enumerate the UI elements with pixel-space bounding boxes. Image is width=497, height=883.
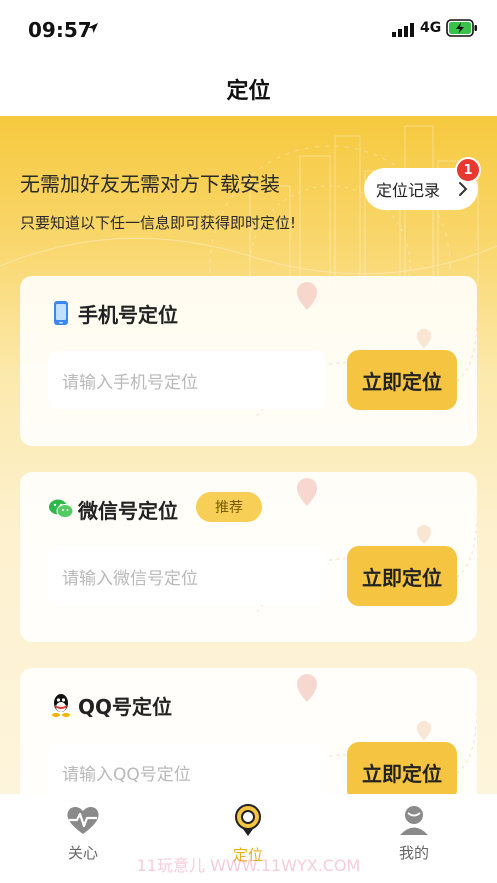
wechat-icon	[49, 499, 74, 518]
card-title: 手机号定位	[78, 303, 178, 327]
location-history-label: 定位记录	[376, 181, 441, 200]
signal-icon	[392, 23, 414, 37]
wechat-id-input[interactable]: 请输入微信号定位	[48, 547, 326, 605]
main-content: 无需加好友无需对方下载安装 只要知道以下任一信息即可获得即时定位! 定位记录 1…	[0, 116, 497, 794]
phone-icon	[54, 301, 68, 325]
battery-charging-icon	[446, 19, 477, 37]
page-title: 定位	[226, 79, 271, 104]
qq-locate-button[interactable]: 立即定位	[347, 742, 457, 794]
watermark: 11玩意儿 WWW.11WYX.COM	[136, 856, 361, 875]
phone-locate-card: 手机号定位 请输入手机号定位 立即定位	[20, 276, 477, 446]
network-label: 4G	[420, 20, 442, 36]
phone-locate-button[interactable]: 立即定位	[347, 350, 457, 410]
card-title: 微信号定位	[78, 499, 178, 523]
wechat-locate-card: 微信号定位 推荐 请输入微信号定位 立即定位	[20, 472, 477, 642]
status-bar: 09:57 4G	[0, 0, 497, 58]
recommended-tag: 推荐	[196, 492, 262, 522]
location-arrow-icon	[88, 23, 98, 33]
navigation-bar: 定位	[0, 58, 497, 116]
hero-headline: 无需加好友无需对方下载安装	[20, 172, 280, 196]
hero-subtitle: 只要知道以下任一信息即可获得即时定位!	[20, 214, 297, 232]
heart-pulse-icon	[67, 806, 99, 834]
user-icon	[400, 806, 428, 835]
status-time: 09:57	[28, 18, 92, 42]
chevron-right-icon	[459, 182, 468, 196]
notification-badge: 1	[455, 157, 481, 183]
phone-number-input[interactable]: 请输入手机号定位	[48, 351, 326, 409]
qq-locate-card: QQ号定位 请输入QQ号定位 立即定位	[20, 668, 477, 794]
location-pin-icon	[235, 804, 261, 836]
qq-number-input[interactable]: 请输入QQ号定位	[48, 743, 326, 794]
wechat-locate-button[interactable]: 立即定位	[347, 546, 457, 606]
card-title: QQ号定位	[78, 695, 173, 719]
qq-icon	[52, 694, 70, 717]
